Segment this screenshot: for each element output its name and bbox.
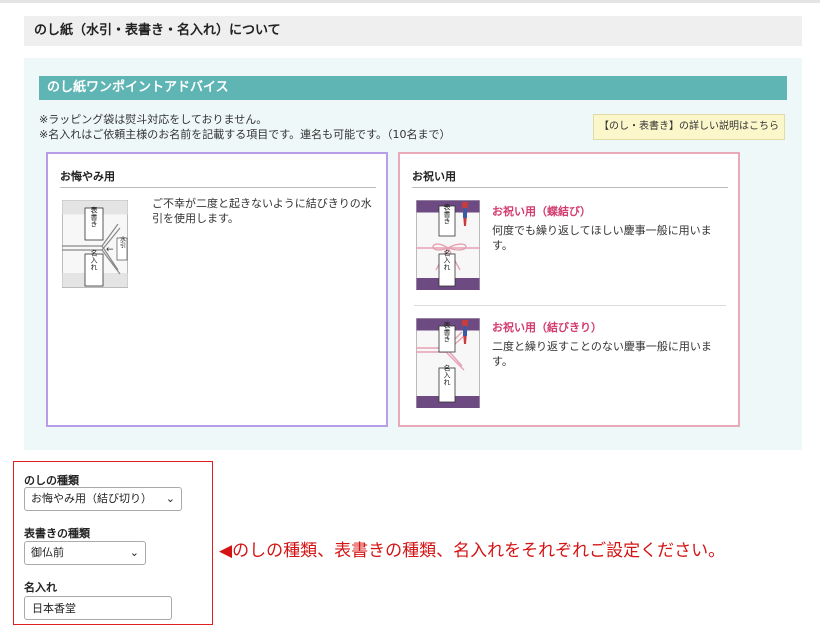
card-divider	[60, 187, 376, 188]
chomusubi-omotegaki-label: 表書き	[443, 203, 451, 225]
naire-input[interactable]	[24, 596, 172, 620]
settings-instruction: ◀のしの種類、表書きの種類、名入れをそれぞれご設定ください。	[219, 541, 726, 561]
advice-notes: ※ラッピング袋は熨斗対応をしておりません。 ※名入れはご依頼主様のお名前を記載す…	[39, 112, 451, 142]
section-header: のし紙（水引・表書き・名入れ）について	[24, 16, 802, 46]
noshi-type-value: お悔やみ用（結び切り）	[31, 492, 152, 505]
noshi-detail-link[interactable]: 【のし・表書き】の詳しい説明はこちら	[593, 114, 785, 140]
musubikiri-naire-label: 名入れ	[443, 364, 451, 386]
omotegaki-type-value: 御仏前	[31, 546, 64, 559]
naire-label: 名入れ	[24, 581, 57, 594]
chevron-down-icon: ⌄	[165, 492, 175, 505]
omotegaki-type-select[interactable]: 御仏前 ⌄	[24, 541, 146, 565]
top-border-line	[0, 0, 820, 3]
oiwai-chomusubi-text: 何度でも繰り返してほしい慶事一般に用います。	[492, 224, 712, 252]
musubikiri-omotegaki-label: 表書き	[443, 321, 451, 343]
oiwai-chomusubi-noshi-image: 表書き 名入れ	[416, 200, 480, 290]
oiwai-card: お祝い用 表書き 名入れ お祝い用（蝶結び） 何度でも繰り返してほしい慶事一般に…	[398, 152, 740, 427]
oiwai-musubikiri-heading: お祝い用（結びきり）	[492, 321, 602, 334]
note-naire: ※名入れはご依頼主様のお名前を記載する項目です。連名も可能です。（10名まで）	[39, 128, 451, 141]
okuyami-mizuhiki-label: 水引	[119, 235, 126, 249]
okuyami-naire-label: 名入れ	[90, 249, 98, 271]
card-divider	[412, 187, 728, 188]
noshi-settings-form: のしの種類 お悔やみ用（結び切り） ⌄ 表書きの種類 御仏前 ⌄ 名入れ	[13, 461, 213, 625]
okuyami-description: ご不幸が二度と起きないように結びきりの水引を使用します。	[152, 197, 372, 225]
oiwai-musubikiri-description: お祝い用（結びきり） 二度と繰り返すことのない慶事一般に用います。	[492, 320, 726, 369]
noshi-type-label: のしの種類	[24, 474, 79, 487]
chomusubi-naire-label: 名入れ	[443, 249, 451, 271]
okuyami-card: お悔やみ用 表書き 名入れ ← 水引 ご不幸が二度と起きないように結びきりの水引…	[46, 152, 388, 427]
oiwai-musubikiri-noshi-image: 表書き 名入れ	[416, 318, 480, 408]
mizuhiki-arrow: ←	[106, 245, 114, 255]
omotegaki-type-label: 表書きの種類	[24, 527, 90, 540]
oiwai-musubikiri-text: 二度と繰り返すことのない慶事一般に用います。	[492, 340, 712, 368]
noshi-type-select[interactable]: お悔やみ用（結び切り） ⌄	[24, 487, 182, 511]
okuyami-noshi-image: 表書き 名入れ ← 水引	[62, 200, 128, 288]
oiwai-divider	[414, 305, 726, 306]
section-title: のし紙（水引・表書き・名入れ）について	[34, 23, 281, 38]
okuyami-title: お悔やみ用	[60, 170, 115, 183]
chevron-down-icon: ⌄	[129, 546, 139, 559]
oiwai-title: お祝い用	[412, 170, 456, 183]
advice-panel: のし紙ワンポイントアドバイス ※ラッピング袋は熨斗対応をしておりません。 ※名入…	[24, 58, 802, 450]
advice-title: のし紙ワンポイントアドバイス	[39, 76, 787, 100]
oiwai-chomusubi-heading: お祝い用（蝶結び）	[492, 205, 591, 218]
okuyami-omotegaki-label: 表書き	[90, 206, 98, 228]
oiwai-chomusubi-description: お祝い用（蝶結び） 何度でも繰り返してほしい慶事一般に用います。	[492, 204, 726, 253]
note-wrapping: ※ラッピング袋は熨斗対応をしておりません。	[39, 113, 268, 126]
